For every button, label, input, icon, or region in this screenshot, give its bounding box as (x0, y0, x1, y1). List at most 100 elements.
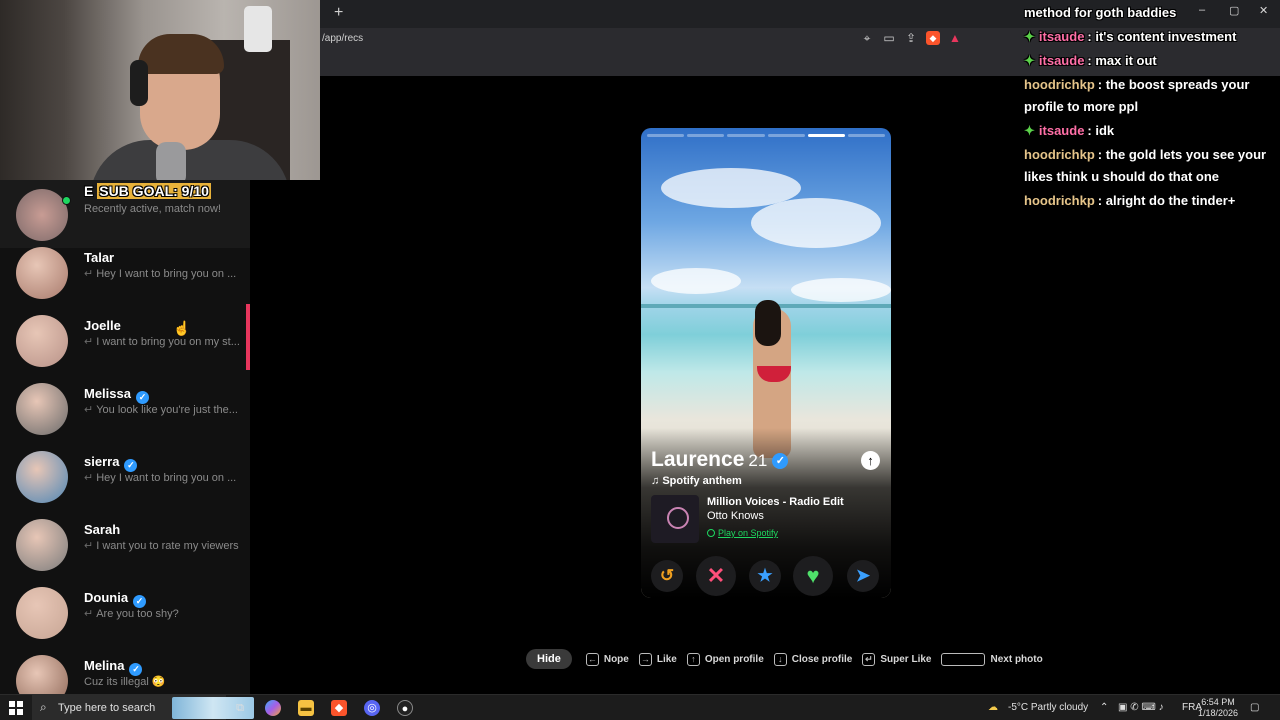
play-on-spotify-link[interactable]: Play on Spotify (707, 528, 778, 538)
conversation-last-message: ↵ I want you to rate my viewers (84, 540, 239, 552)
search-icon: ⌕ (40, 700, 47, 714)
avatar (16, 247, 68, 299)
reply-arrow-icon: ↵ (84, 404, 94, 416)
conversation-item[interactable]: sierra ✓ ↵ Hey I want to bring you on ... (0, 442, 250, 510)
chat-username: hoodrichkp (1024, 77, 1095, 92)
keyboard-hints: Hide ← Nope → Like ↑ Open profile ↓ Close pr… (526, 649, 1053, 669)
chat-message: ✦ itsaude: it's content investment (1024, 26, 1280, 48)
task-view-icon[interactable]: ⧉ (232, 700, 248, 716)
down-arrow-key-icon: ↓ (773, 652, 787, 666)
reply-arrow-icon: ↵ (84, 336, 94, 348)
photo-indicator[interactable] (767, 134, 805, 137)
subscriber-badge-icon: ✦ (1024, 123, 1035, 138)
discord-icon[interactable]: ◎ (364, 700, 380, 716)
hint-super-like: ↵ Super Like (862, 652, 931, 666)
windows-start-icon[interactable] (9, 701, 23, 715)
reply-arrow-icon: ↵ (84, 268, 94, 280)
conversation-last-message: ↵ You look like you're just the... (84, 404, 238, 416)
like-button[interactable]: ♥ (793, 556, 833, 596)
enter-key-icon: ↵ (862, 652, 876, 666)
action-buttons: ↺ ✕ ★ ♥ ➤ (641, 552, 891, 598)
photo-indicator[interactable] (807, 134, 845, 137)
chat-username: itsaude (1038, 123, 1085, 138)
weather-icon: ☁ (988, 702, 998, 713)
super-like-button[interactable]: ★ (749, 560, 781, 592)
conversation-item[interactable]: Sarah ↵ I want you to rate my viewers (0, 510, 250, 578)
rewind-button[interactable]: ↺ (651, 560, 683, 592)
hint-close-profile: ↓ Close profile (773, 652, 852, 666)
avatar (16, 655, 68, 694)
notification-icon[interactable]: ▢ (1250, 702, 1259, 713)
photo-indicator[interactable] (647, 134, 685, 137)
webcam-overlay (0, 0, 320, 180)
chat-text: : max it out (1087, 53, 1157, 68)
file-explorer-icon[interactable]: ▬ (298, 700, 314, 716)
album-art (651, 495, 699, 543)
conversation-last-message: ↵ I want to bring you on my st... (84, 336, 240, 348)
photo-indicator[interactable] (727, 134, 765, 137)
clock[interactable]: 6:54 PM 1/18/2026 (1198, 697, 1238, 719)
chat-text: method for goth baddies (1024, 5, 1177, 20)
hide-hints-button[interactable]: Hide (526, 649, 572, 669)
conversation-item[interactable]: Melissa ✓ ↵ You look like you're just the..… (0, 374, 250, 442)
reply-arrow-icon: ↵ (84, 472, 94, 484)
url-text[interactable]: /app/recs (322, 33, 363, 44)
stream-chat: method for goth baddies ✦ itsaude: it's co… (1024, 2, 1280, 214)
subscriber-badge-icon: ✦ (1024, 53, 1035, 68)
conversation-item[interactable]: Talar ↵ Hey I want to bring you on ... (0, 238, 250, 306)
avatar (16, 451, 68, 503)
chat-text: : alright do the tinder+ (1097, 193, 1236, 208)
weather-text[interactable]: -5°C Partly cloudy (1008, 702, 1088, 713)
brave-rewards-icon[interactable]: ▲ (948, 31, 962, 45)
space-key-icon (941, 652, 986, 666)
location-icon[interactable]: ⌖ (860, 31, 874, 45)
share-icon[interactable]: ⇪ (904, 31, 918, 45)
avatar (16, 315, 68, 367)
chat-message: ✦ itsaude: idk (1024, 120, 1280, 142)
reply-arrow-icon: ↵ (84, 608, 94, 620)
chat-username: itsaude (1038, 29, 1085, 44)
photo-indicator[interactable] (687, 134, 725, 137)
conversation-item[interactable]: Dounia ✓ ↵ Are you too shy? (0, 578, 250, 646)
chat-message: hoodrichkp: the gold lets you see your l… (1024, 144, 1280, 188)
screen: + – ▢ ✕ /app/recs ⌖ ▭ ⇪ ◆ ▲ Recently act… (0, 0, 1280, 720)
brave-shields-icon[interactable]: ◆ (926, 31, 940, 45)
boost-button[interactable]: ➤ (847, 560, 879, 592)
conversation-item[interactable]: Melina ✓ Cuz its illegal 😳 (0, 646, 250, 694)
conversation-name: sierra ✓ (84, 454, 138, 472)
avatar (16, 587, 68, 639)
online-status-dot (62, 196, 71, 205)
conversation-name: Dounia ✓ (84, 590, 147, 608)
sub-goal-overlay: E SUB GOAL: 9/10 (84, 183, 211, 199)
conversation-name: Melissa ✓ (84, 386, 149, 404)
chat-text: : it's content investment (1087, 29, 1237, 44)
hint-open-profile: ↑ Open profile (686, 652, 764, 666)
new-tab-button[interactable]: + (334, 4, 343, 22)
nope-button[interactable]: ✕ (696, 556, 736, 596)
chevron-up-icon[interactable]: ⌃ (1100, 702, 1108, 713)
conversation-item[interactable]: Joelle ↵ I want to bring you on my st... (0, 306, 250, 374)
tray-icons[interactable]: ▣ ✆ ⌨ ♪ (1118, 702, 1164, 713)
up-arrow-key-icon: ↑ (686, 652, 700, 666)
profile-name: Laurence 21 ✓ (651, 448, 789, 472)
brave-browser-icon[interactable]: ◆ (331, 700, 347, 716)
taskbar-search[interactable]: ⌕ Type here to search (32, 695, 254, 720)
hint-like: → Like (638, 652, 677, 666)
photo-indicator[interactable] (847, 134, 886, 137)
chat-username: hoodrichkp (1024, 147, 1095, 162)
song-title: Million Voices - Radio Edit (707, 496, 844, 508)
obs-icon[interactable]: ● (397, 700, 413, 716)
open-profile-button[interactable]: ↑ (861, 451, 880, 470)
cast-icon[interactable]: ▭ (882, 31, 896, 45)
copilot-icon[interactable] (265, 700, 281, 716)
song-artist: Otto Knows (707, 510, 764, 522)
scrollbar-thumb[interactable] (246, 304, 250, 370)
right-arrow-key-icon: → (638, 652, 652, 666)
conversation-name: Melina ✓ (84, 658, 143, 676)
avatar (16, 383, 68, 435)
taskbar: ⌕ Type here to search ⧉ ▬ ◆ ◎ ● ☁ -5°C P… (0, 694, 1280, 720)
profile-card[interactable]: Laurence 21 ✓ ↑ ♫ Spotify anthem Million V… (641, 128, 891, 598)
conversation-last-message: Cuz its illegal 😳 (84, 676, 166, 688)
chat-username: itsaude (1038, 53, 1085, 68)
chat-message: method for goth baddies (1024, 2, 1280, 24)
